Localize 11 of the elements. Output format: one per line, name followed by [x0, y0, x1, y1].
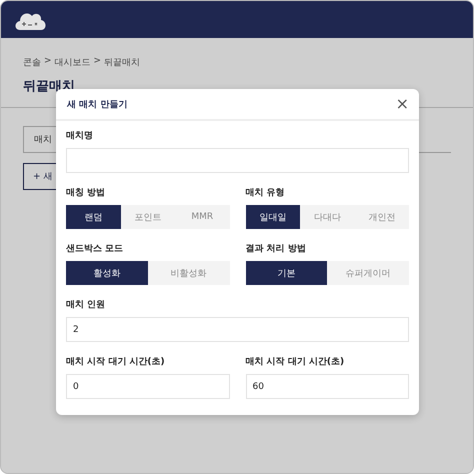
- page-title: 뒤끝매치: [23, 78, 76, 95]
- breadcrumb-separator: >: [44, 56, 52, 68]
- field-label: 매치 시작 대기 시간(초): [246, 356, 346, 368]
- modal-title: 새 매치 만들기: [67, 98, 128, 110]
- field-label: 샌드박스 모드: [66, 243, 124, 255]
- breadcrumb-separator: >: [94, 56, 102, 68]
- field-label: 매치 유형: [246, 187, 286, 199]
- field-label: 매치 시작 대기 시간(초): [66, 356, 166, 368]
- field-label: 매칭 방법: [66, 187, 106, 199]
- field-label: 결과 처리 방법: [246, 243, 307, 255]
- field-label: 매치 인원: [66, 299, 106, 311]
